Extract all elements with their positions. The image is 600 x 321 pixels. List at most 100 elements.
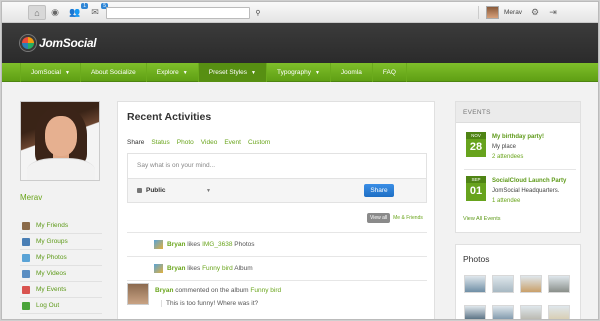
share-tabs: Share Status Photo Video Event Custom — [127, 139, 270, 146]
search-input[interactable] — [106, 7, 250, 19]
nav-item-jomsocial[interactable]: JomSocial ▼ — [20, 63, 81, 82]
logout-icon — [22, 301, 30, 310]
sidebar-item-my-videos[interactable]: My Videos — [20, 266, 102, 282]
avatar[interactable] — [127, 283, 149, 305]
nav-item-faq[interactable]: FAQ — [373, 63, 407, 82]
activity-item: Bryan likes Funny bird Album — [127, 256, 427, 280]
logout-icon[interactable]: ⇥ — [544, 5, 562, 20]
event-title[interactable]: My birthday party! — [492, 132, 544, 142]
event-month: NOV — [466, 132, 486, 139]
comment-object[interactable]: Funny bird — [250, 287, 281, 294]
tab-video[interactable]: Video — [201, 139, 218, 146]
activity-suffix: Album — [234, 265, 253, 272]
user-avatar[interactable] — [486, 6, 499, 19]
chevron-down-icon[interactable]: ▼ — [206, 188, 211, 194]
photo-thumbnail[interactable] — [548, 275, 570, 293]
privacy-select[interactable]: Public — [137, 187, 166, 194]
lock-icon — [137, 188, 142, 193]
main-navigation: JomSocial ▼ About Socialize Explore ▼ Pres… — [2, 63, 598, 82]
event-details: SocialCloud Launch Party JomSocial Headq… — [492, 176, 566, 206]
chevron-down-icon: ▼ — [64, 69, 70, 76]
privacy-label: Public — [146, 187, 166, 194]
event-day: 01 — [469, 185, 483, 197]
chevron-down-icon: ▼ — [182, 69, 188, 76]
home-icon[interactable]: ⌂ — [28, 5, 46, 20]
nav-label: Preset Styles — [208, 69, 248, 76]
logo-icon — [20, 35, 36, 51]
sidebar-item-label: My Photos — [36, 254, 67, 261]
events-module: EVENTS NOV 28 My birthday party! My place… — [455, 101, 581, 233]
event-item[interactable]: NOV 28 My birthday party! My place 2 atte… — [464, 132, 576, 170]
status-input[interactable]: Say what is on your mind... — [128, 154, 426, 179]
divider — [478, 6, 479, 19]
sidebar-item-my-groups[interactable]: My Groups — [20, 234, 102, 250]
nav-label: Explore — [156, 69, 179, 76]
comment-header: Bryan commented on the album Funny bird — [155, 287, 281, 294]
event-title[interactable]: SocialCloud Launch Party — [492, 176, 566, 186]
view-all-button[interactable]: View all — [367, 213, 391, 223]
photo-thumbnail[interactable] — [520, 275, 542, 293]
tab-custom[interactable]: Custom — [248, 139, 270, 146]
activity-actor[interactable]: Bryan — [167, 241, 185, 248]
messages-icon[interactable]: ✉ 5 — [86, 3, 108, 20]
nav-item-typography[interactable]: Typography ▼ — [267, 63, 331, 82]
comment-actor[interactable]: Bryan — [155, 287, 173, 294]
view-all-events-link[interactable]: View All Events — [463, 216, 501, 222]
profile-sidebar: Merav My Friends My Groups My Photos My … — [20, 101, 102, 314]
username-label[interactable]: Merav — [504, 9, 522, 16]
event-month: SEP — [466, 176, 486, 183]
photo-thumbnail[interactable] — [492, 305, 514, 319]
nav-item-explore[interactable]: Explore ▼ — [147, 63, 199, 82]
gear-icon[interactable]: ⚙ — [526, 5, 544, 20]
comment-text: This is too funny! Where was it? — [161, 300, 258, 307]
tab-photo[interactable]: Photo — [177, 139, 194, 146]
sidebar-item-my-friends[interactable]: My Friends — [20, 218, 102, 234]
tab-share[interactable]: Share — [127, 139, 144, 146]
nav-item-about-socialize[interactable]: About Socialize — [81, 63, 147, 82]
photo-thumbnail[interactable] — [492, 275, 514, 293]
event-details: My birthday party! My place 2 attendees — [492, 132, 544, 162]
activity-object[interactable]: IMG_3638 — [202, 241, 232, 248]
event-attendees[interactable]: 2 attendees — [492, 152, 544, 162]
activity-actor[interactable]: Bryan — [167, 265, 185, 272]
photo-thumbnail[interactable] — [464, 275, 486, 293]
photo-thumbnail[interactable] — [464, 305, 486, 319]
calendar-icon: SEP 01 — [466, 176, 486, 201]
site-logo[interactable]: JomSocial — [20, 35, 97, 51]
logo-text: JomSocial — [39, 36, 97, 50]
event-item[interactable]: SEP 01 SocialCloud Launch Party JomSocial… — [464, 176, 576, 214]
profile-links: My Friends My Groups My Photos My Videos… — [20, 218, 102, 314]
photo-thumbnail[interactable] — [548, 305, 570, 319]
tab-status[interactable]: Status — [151, 139, 169, 146]
event-attendees[interactable]: 1 attendee — [492, 196, 566, 206]
activity-icon[interactable]: ◉ — [46, 5, 64, 20]
activity-object[interactable]: Funny bird — [202, 265, 233, 272]
photo-activity-icon — [154, 240, 163, 249]
activity-verb: likes — [187, 265, 201, 272]
comment-verb: commented on the album — [175, 287, 249, 294]
photo-face — [45, 116, 77, 156]
search-icon[interactable]: ⚲ — [251, 6, 265, 19]
nav-item-joomla[interactable]: Joomla — [331, 63, 373, 82]
sidebar-item-my-events[interactable]: My Events — [20, 282, 102, 298]
calendar-icon: NOV 28 — [466, 132, 486, 157]
sidebar-item-my-photos[interactable]: My Photos — [20, 250, 102, 266]
nav-label: JomSocial — [31, 69, 61, 76]
photo-thumbnail[interactable] — [520, 305, 542, 319]
sidebar-item-log-out[interactable]: Log Out — [20, 298, 102, 314]
friend-requests-icon[interactable]: 👥 1 — [66, 3, 88, 20]
nav-item-preset-styles[interactable]: Preset Styles ▼ — [198, 63, 267, 82]
me-and-friends-link[interactable]: Me & Friends — [393, 215, 423, 221]
chevron-down-icon: ▼ — [314, 69, 320, 76]
activity-filter: View all Me & Friends — [367, 213, 423, 223]
event-location: My place — [492, 144, 517, 150]
profile-name[interactable]: Merav — [20, 193, 102, 202]
event-location: JomSocial Headquarters. — [492, 188, 560, 194]
top-utility-bar: ⌂ ◉ 👥 1 ✉ 5 ⚲ Merav ⚙ ⇥ — [2, 2, 598, 23]
profile-photo[interactable] — [20, 101, 100, 181]
tab-event[interactable]: Event — [224, 139, 241, 146]
share-button[interactable]: Share — [364, 184, 394, 197]
photo-activity-icon — [154, 264, 163, 273]
activity-item: Bryan likes IMG_3638 Photos — [127, 232, 427, 256]
sidebar-item-label: My Events — [36, 286, 67, 293]
